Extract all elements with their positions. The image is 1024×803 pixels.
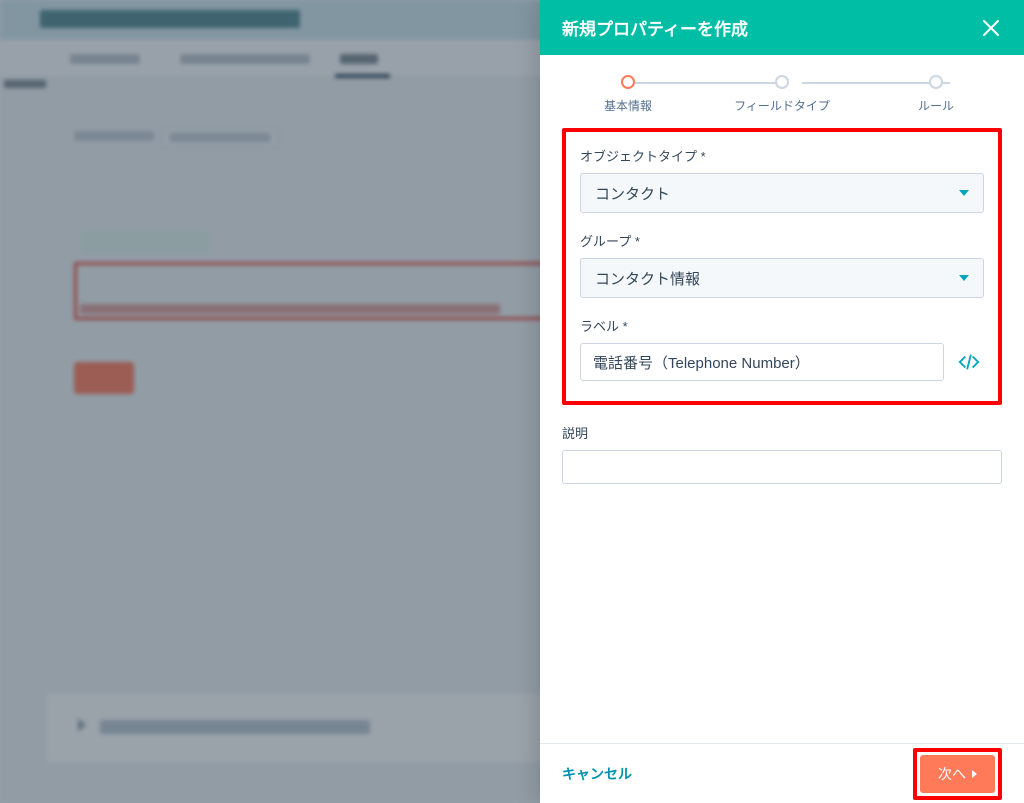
stepper: 基本情報 フィールドタイプ ルール (540, 55, 1024, 122)
group-label: グループ * (580, 231, 984, 250)
object-type-field: オブジェクトタイプ * コンタクト (580, 146, 984, 213)
label-input[interactable] (580, 343, 944, 381)
highlighted-form-section: オブジェクトタイプ * コンタクト グループ * コンタクト情報 ラベル * (562, 128, 1002, 405)
create-property-panel: 新規プロパティーを作成 基本情報 フィールドタイプ ルール オブジェクトタイプ … (540, 0, 1024, 803)
code-icon[interactable] (954, 343, 984, 381)
group-value: コンタクト情報 (595, 268, 700, 289)
group-select[interactable]: コンタクト情報 (580, 258, 984, 298)
label-field: ラベル * (580, 316, 984, 381)
panel-body: オブジェクトタイプ * コンタクト グループ * コンタクト情報 ラベル * (540, 122, 1024, 743)
cancel-button[interactable]: キャンセル (562, 764, 632, 784)
step-dot-icon (929, 75, 943, 89)
chevron-down-icon (959, 275, 969, 281)
object-type-select[interactable]: コンタクト (580, 173, 984, 213)
label-field-label: ラベル * (580, 316, 984, 335)
next-button-label: 次へ (938, 764, 966, 784)
chevron-down-icon (959, 190, 969, 196)
object-type-value: コンタクト (595, 183, 670, 204)
close-icon[interactable] (980, 17, 1002, 39)
description-field: 説明 (562, 423, 1002, 489)
description-label: 説明 (562, 423, 1002, 442)
panel-footer: キャンセル 次へ (540, 743, 1024, 803)
step-label: フィールドタイプ (734, 97, 830, 114)
panel-header: 新規プロパティーを作成 (540, 0, 1024, 55)
panel-title: 新規プロパティーを作成 (562, 15, 748, 40)
object-type-label: オブジェクトタイプ * (580, 146, 984, 165)
group-field: グループ * コンタクト情報 (580, 231, 984, 298)
step-field-type[interactable]: フィールドタイプ (742, 75, 822, 114)
step-dot-icon (775, 75, 789, 89)
step-label: ルール (918, 97, 954, 114)
step-rules[interactable]: ルール (896, 75, 976, 114)
step-label: 基本情報 (604, 97, 652, 114)
step-basic-info[interactable]: 基本情報 (588, 75, 668, 114)
next-button[interactable]: 次へ (920, 755, 995, 793)
chevron-right-icon (972, 770, 977, 778)
highlighted-next-section: 次へ (913, 748, 1002, 800)
step-dot-icon (621, 75, 635, 89)
description-input[interactable] (562, 450, 1002, 484)
